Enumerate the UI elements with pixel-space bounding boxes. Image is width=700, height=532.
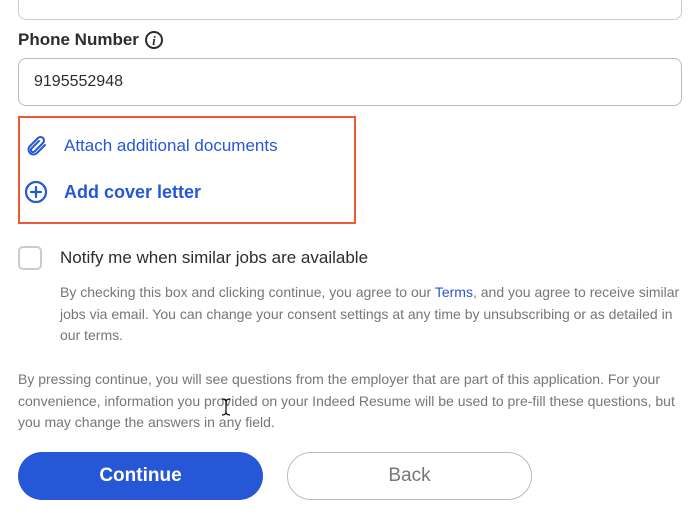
attach-documents-label: Attach additional documents <box>64 136 278 156</box>
phone-input[interactable] <box>18 58 682 106</box>
consent-before: By checking this box and clicking contin… <box>60 284 435 300</box>
terms-link[interactable]: Terms <box>435 284 473 300</box>
previous-input-field-partial[interactable] <box>18 0 682 20</box>
button-row: Continue Back <box>18 452 682 506</box>
notify-checkbox[interactable] <box>18 246 42 270</box>
add-cover-letter-link[interactable]: Add cover letter <box>20 174 354 210</box>
continue-notice: By pressing continue, you will see quest… <box>18 369 682 434</box>
notify-checkbox-row: Notify me when similar jobs are availabl… <box>18 246 682 270</box>
info-icon[interactable]: i <box>145 31 163 49</box>
add-cover-letter-label: Add cover letter <box>64 182 201 203</box>
attach-documents-link[interactable]: Attach additional documents <box>20 128 354 164</box>
notify-consent-text: By checking this box and clicking contin… <box>60 282 682 347</box>
phone-label-text: Phone Number <box>18 30 139 50</box>
plus-circle-icon <box>24 180 48 204</box>
phone-label: Phone Number i <box>18 30 682 50</box>
notify-label: Notify me when similar jobs are availabl… <box>60 248 368 268</box>
back-button[interactable]: Back <box>287 452 532 500</box>
paperclip-icon <box>24 134 48 158</box>
continue-button[interactable]: Continue <box>18 452 263 500</box>
attachments-highlight-box: Attach additional documents Add cover le… <box>18 116 356 224</box>
